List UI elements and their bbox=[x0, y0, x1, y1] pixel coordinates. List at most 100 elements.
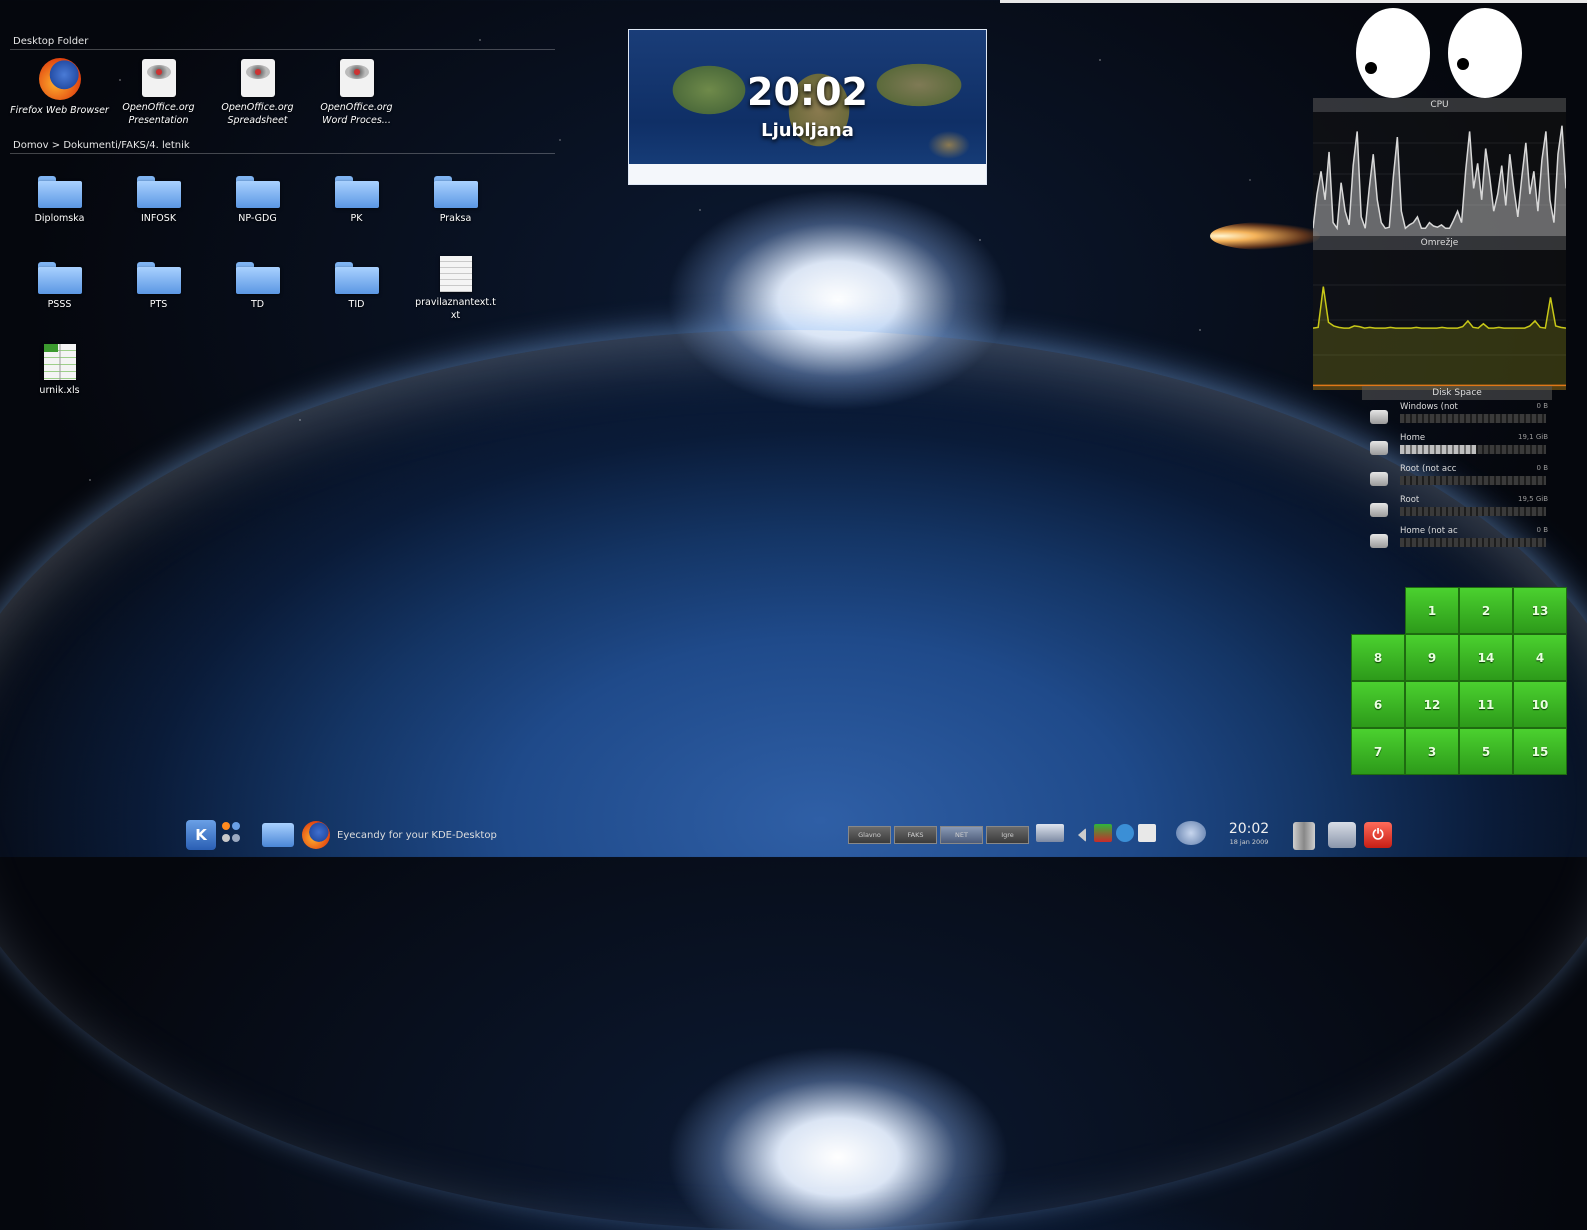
presentation-icon bbox=[141, 59, 176, 97]
puzzle-tile[interactable]: 6 bbox=[1351, 681, 1405, 728]
tray-arrow-icon[interactable] bbox=[1078, 828, 1086, 842]
panel-clock[interactable]: 20:02 18 jan 2009 bbox=[1218, 821, 1280, 846]
text-file-icon bbox=[439, 256, 472, 292]
folder-icon bbox=[235, 176, 280, 208]
desktop-item-label: OpenOffice.org Spreadsheet bbox=[221, 102, 294, 126]
disk-row: Root 19,5 GiB bbox=[1362, 493, 1552, 524]
puzzle-tile[interactable]: 8 bbox=[1351, 634, 1405, 681]
folder-item-tid[interactable]: TID bbox=[307, 254, 406, 340]
puzzle-tile[interactable]: 4 bbox=[1513, 634, 1567, 681]
desktop-item-word-processor[interactable]: OpenOffice.org Word Proces... bbox=[307, 56, 406, 136]
desktop-item-label: OpenOffice.org Presentation bbox=[122, 102, 195, 126]
firefox-launch-icon[interactable] bbox=[222, 822, 230, 830]
desktop-item-presentation[interactable]: OpenOffice.org Presentation bbox=[109, 56, 208, 136]
world-clock-city: Ljubljana bbox=[761, 120, 854, 141]
left-pupil bbox=[1365, 62, 1377, 74]
folder-item-psss[interactable]: PSSS bbox=[10, 254, 109, 340]
puzzle-tile[interactable]: 13 bbox=[1513, 587, 1567, 634]
disk-usage-bar bbox=[1400, 507, 1546, 516]
right-eye bbox=[1448, 8, 1522, 98]
puzzle-tile[interactable]: 2 bbox=[1459, 587, 1513, 634]
disk-label: Windows (not bbox=[1400, 402, 1458, 412]
file-item-label: pravilaznantext.txt bbox=[415, 297, 496, 321]
power-button[interactable]: ⏻ bbox=[1364, 822, 1392, 848]
clock-date: 18 jan 2009 bbox=[1229, 838, 1269, 846]
disk-row: Root (not acc 0 B bbox=[1362, 462, 1552, 493]
folder-item-label: PK bbox=[350, 213, 363, 224]
pager-desktop[interactable]: Igre bbox=[986, 826, 1029, 844]
network-header: Omrežje bbox=[1313, 236, 1566, 250]
app-launch-icon[interactable] bbox=[232, 834, 240, 842]
kmenu-button[interactable]: K bbox=[186, 820, 216, 850]
kmenu-label: K bbox=[195, 826, 207, 844]
left-eye bbox=[1356, 8, 1430, 98]
folder-item-pts[interactable]: PTS bbox=[109, 254, 208, 340]
disk-label: Root bbox=[1400, 495, 1420, 505]
folder-item-np-gdg[interactable]: NP-GDG bbox=[208, 168, 307, 254]
folder-item-infosk[interactable]: INFOSK bbox=[109, 168, 208, 254]
hard-disk-icon bbox=[1370, 472, 1388, 486]
task-label: Eyecandy for your KDE-Desktop bbox=[337, 829, 497, 841]
puzzle-tile[interactable]: 3 bbox=[1405, 728, 1459, 775]
puzzle-tile[interactable]: 9 bbox=[1405, 634, 1459, 681]
puzzle-tile[interactable]: 5 bbox=[1459, 728, 1513, 775]
folder-item-label: TD bbox=[250, 299, 265, 310]
disk-space-widget: Disk Space Windows (not 0 B Home 19,1 GiB Ro… bbox=[1362, 386, 1552, 555]
folder-item-label: PSSS bbox=[47, 299, 72, 310]
firefox-icon bbox=[38, 58, 81, 100]
desktop-item-spreadsheet[interactable]: OpenOffice.org Spreadsheet bbox=[208, 56, 307, 136]
earth-horizon-glow bbox=[0, 330, 1587, 1230]
disk-usage-bar bbox=[1400, 538, 1546, 547]
folder-item-praksa[interactable]: Praksa bbox=[406, 168, 505, 254]
folder-view-path[interactable]: Domov > Dokumenti/FAKS/4. letnik bbox=[10, 138, 555, 154]
cpu-header: CPU bbox=[1313, 98, 1566, 112]
file-item-urnik[interactable]: urnik.xls bbox=[10, 340, 109, 426]
folder-item-td[interactable]: TD bbox=[208, 254, 307, 340]
tray-app-icon[interactable] bbox=[1094, 824, 1112, 842]
disk-usage-fill bbox=[1400, 445, 1476, 454]
app-launch-icon[interactable] bbox=[222, 834, 230, 842]
home-folder-icon[interactable] bbox=[262, 823, 294, 847]
system-monitor-widget: CPU Omrežje bbox=[1313, 98, 1566, 390]
tray-settings-icon[interactable] bbox=[1116, 824, 1134, 842]
puzzle-tile[interactable]: 11 bbox=[1459, 681, 1513, 728]
eyes-widget bbox=[1350, 8, 1525, 100]
folder-item-diplomska[interactable]: Diplomska bbox=[10, 168, 109, 254]
puzzle-tile[interactable]: 15 bbox=[1513, 728, 1567, 775]
quick-launch[interactable] bbox=[222, 822, 240, 848]
tray-notes-icon[interactable] bbox=[1138, 824, 1156, 842]
desktop-item-firefox[interactable]: Firefox Web Browser bbox=[10, 56, 109, 136]
file-item-pravilaznantext[interactable]: pravilaznantext.txt bbox=[406, 254, 505, 340]
folder-item-label: INFOSK bbox=[140, 213, 177, 224]
comet-decoration bbox=[1210, 222, 1320, 250]
network-manager-icon[interactable] bbox=[1036, 824, 1064, 842]
hard-disk-icon bbox=[1370, 503, 1388, 517]
trash-icon[interactable] bbox=[1293, 822, 1315, 850]
folder-icon bbox=[433, 176, 478, 208]
disk-size: 0 B bbox=[1536, 526, 1548, 534]
folder-item-label: TID bbox=[348, 299, 365, 310]
app-launch-icon[interactable] bbox=[232, 822, 240, 830]
world-clock-widget[interactable]: 20:02 Ljubljana bbox=[628, 29, 987, 185]
device-notifier-icon[interactable] bbox=[1176, 821, 1206, 845]
pager-desktop[interactable]: FAKS bbox=[894, 826, 937, 844]
disk-label: Home bbox=[1400, 433, 1426, 443]
puzzle-tile[interactable]: 10 bbox=[1513, 681, 1567, 728]
hard-disk-icon bbox=[1370, 441, 1388, 455]
puzzle-tile[interactable]: 12 bbox=[1405, 681, 1459, 728]
desktop-folder-title: Desktop Folder bbox=[10, 34, 555, 50]
taskbar-task-firefox[interactable]: Eyecandy for your KDE-Desktop bbox=[302, 820, 512, 850]
spreadsheet-file-icon bbox=[43, 344, 76, 380]
puzzle-tile[interactable]: 14 bbox=[1459, 634, 1513, 681]
folder-icon bbox=[334, 176, 379, 208]
pager-desktop[interactable]: NET bbox=[940, 826, 983, 844]
disk-row: Windows (not 0 B bbox=[1362, 400, 1552, 431]
disk-label: Root (not acc bbox=[1400, 464, 1457, 474]
puzzle-tile[interactable]: 1 bbox=[1405, 587, 1459, 634]
desktop-item-label: Firefox Web Browser bbox=[10, 105, 109, 116]
pager-desktop[interactable]: Glavno bbox=[848, 826, 891, 844]
folder-item-pk[interactable]: PK bbox=[307, 168, 406, 254]
lock-screen-icon[interactable] bbox=[1328, 822, 1356, 848]
puzzle-tile[interactable]: 7 bbox=[1351, 728, 1405, 775]
fifteen-puzzle-widget: 1 2 13 8 9 14 4 6 12 11 10 7 3 5 15 bbox=[1351, 587, 1567, 775]
